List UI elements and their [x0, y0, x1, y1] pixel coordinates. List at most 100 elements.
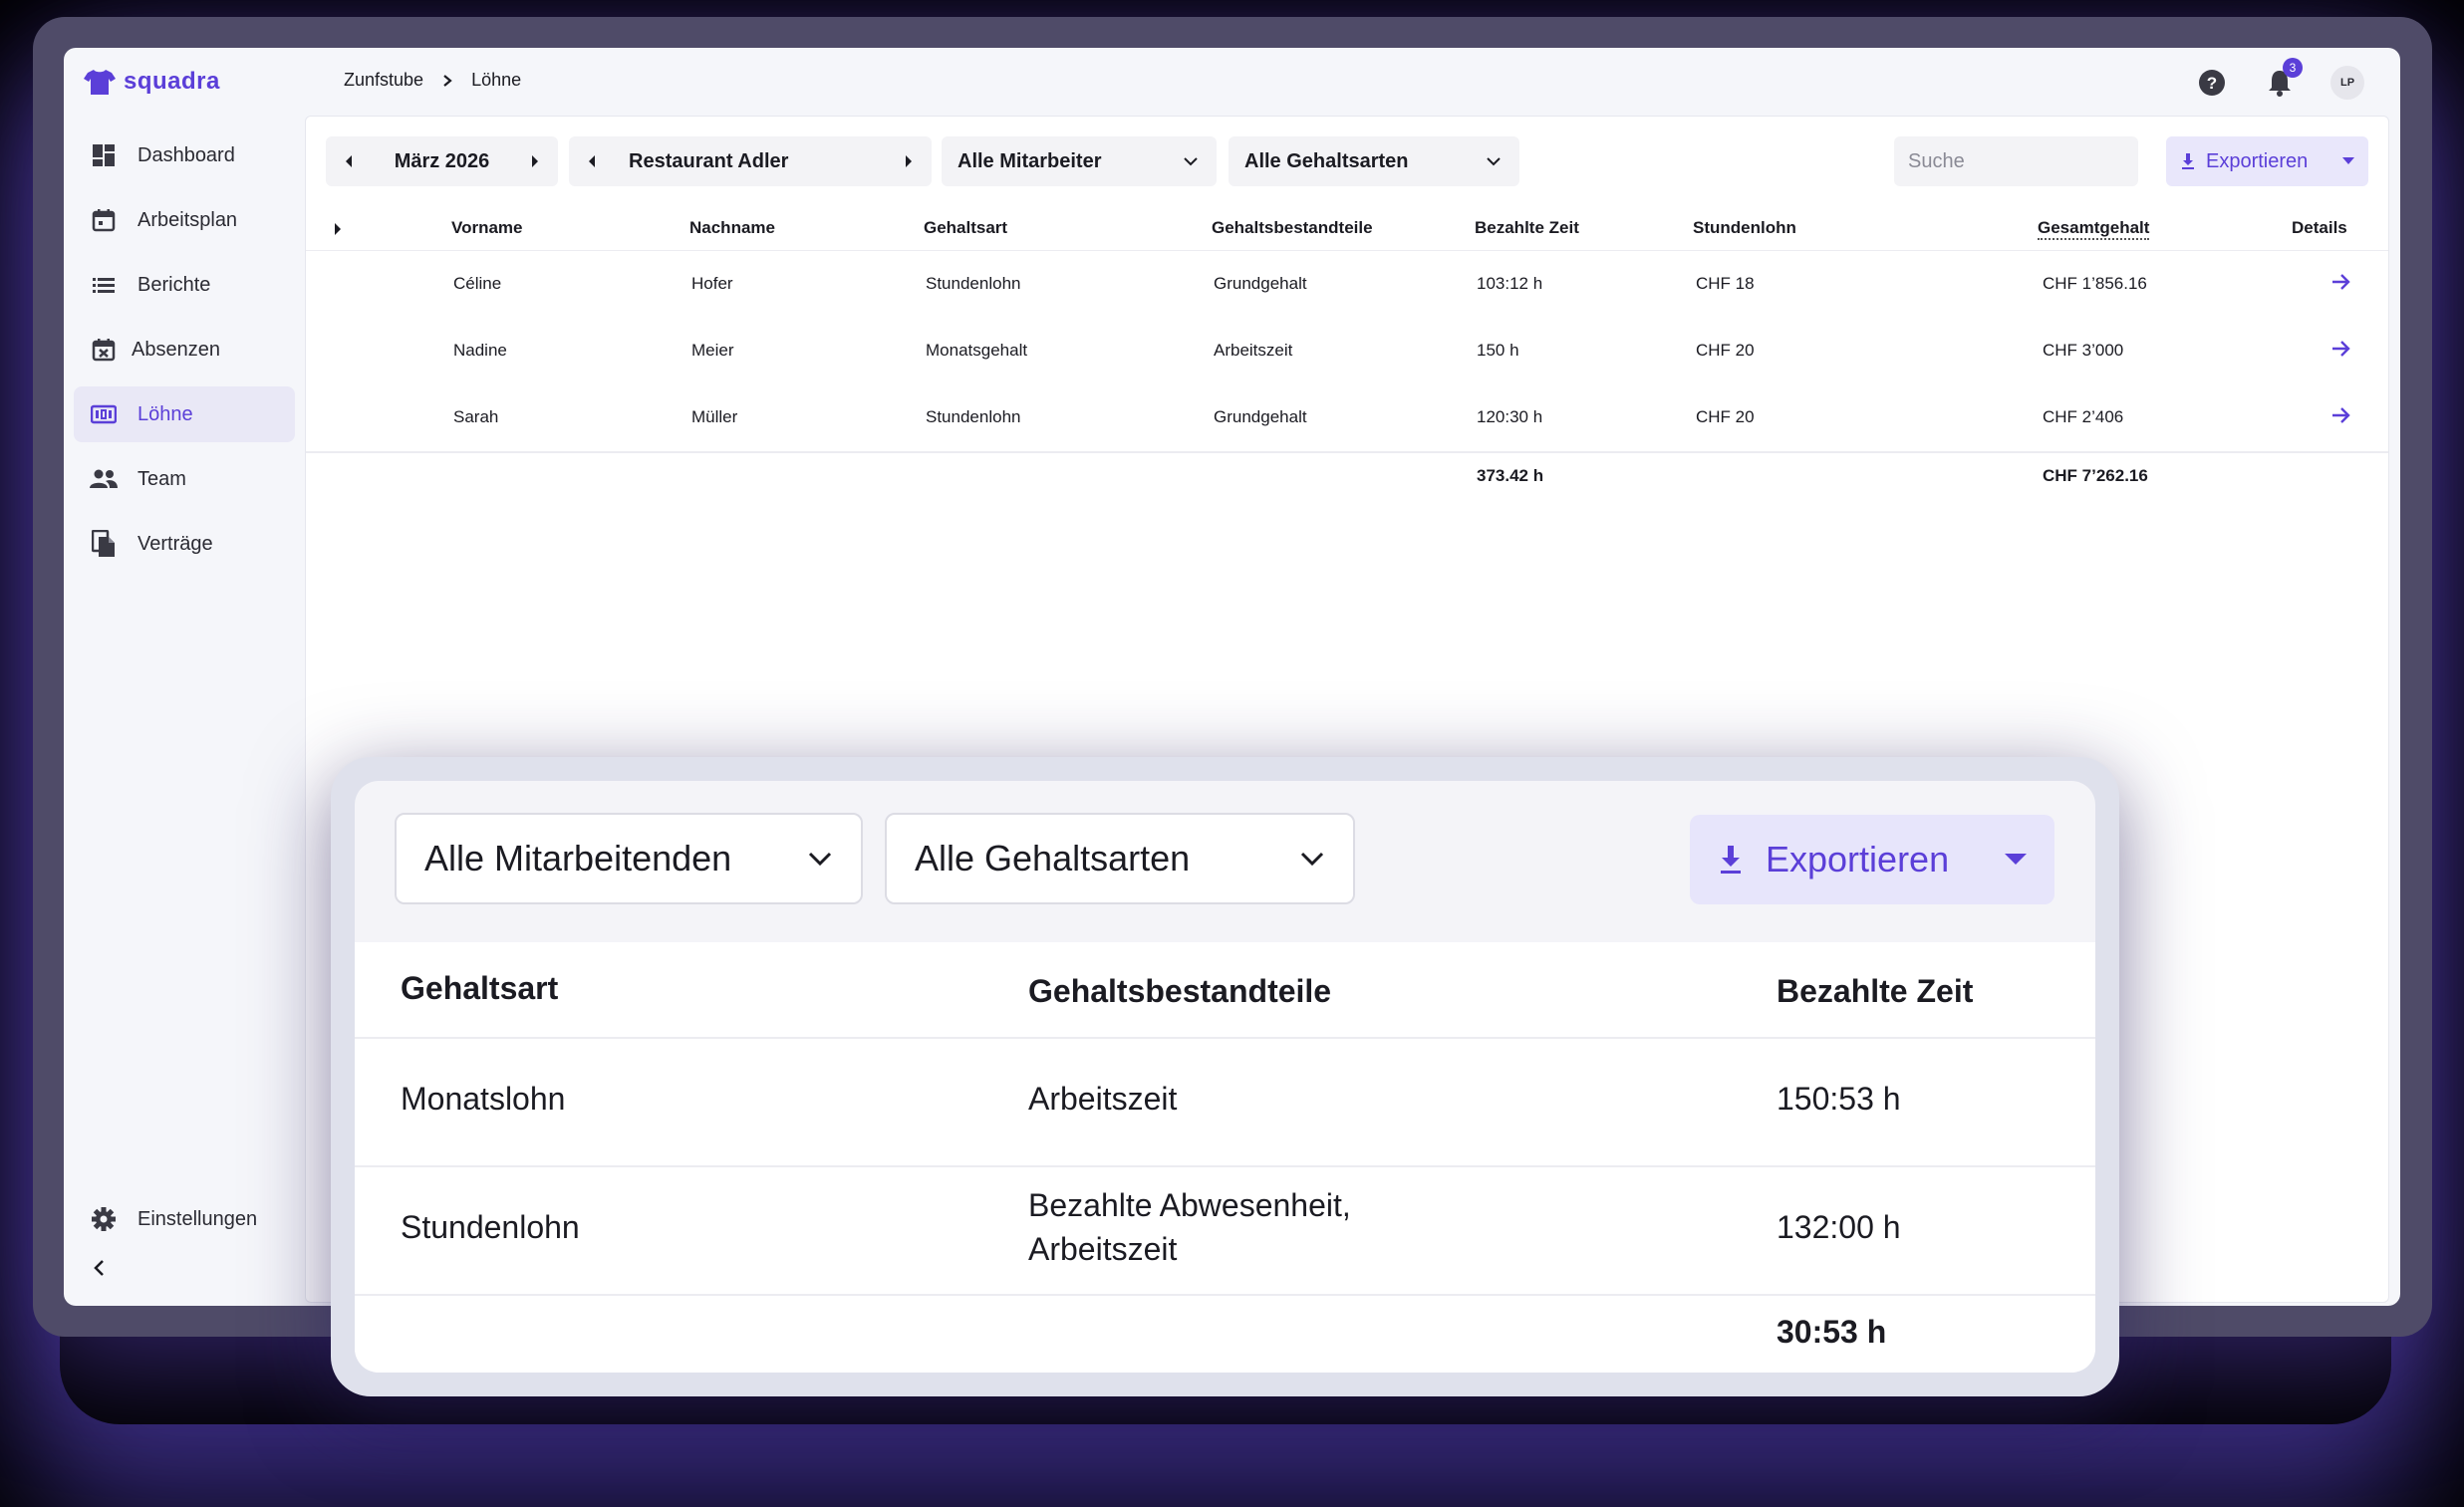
list-icon: [90, 271, 118, 299]
table-row[interactable]: Nadine Meier Monatsgehalt Arbeitszeit 15…: [306, 318, 2388, 384]
zoom-col-gehaltsart[interactable]: Gehaltsart: [401, 970, 558, 1007]
zoom-table-total: 30:53 h: [355, 1296, 2095, 1373]
cell-zeit: 103:12 h: [1477, 274, 1543, 293]
col-gehaltsart[interactable]: Gehaltsart: [924, 218, 1007, 238]
table-row[interactable]: Céline Hofer Stundenlohn Grundgehalt 103…: [306, 251, 2388, 318]
svg-text:?: ?: [2207, 74, 2217, 93]
cell-gesamt: CHF 2’406: [2043, 407, 2124, 426]
zoom-cell-bestandteile: Bezahlte Abwesenheit,: [1028, 1187, 1351, 1223]
cell-vorname: Céline: [453, 274, 502, 293]
toolbar: März 2026 Restaurant Adler Alle Mitarbei…: [326, 136, 2368, 188]
col-stundenlohn[interactable]: Stundenlohn: [1693, 218, 1796, 238]
breadcrumb-current: Löhne: [471, 70, 522, 90]
export-button[interactable]: Exportieren: [2166, 136, 2368, 186]
sidebar-item-label: Verträge: [137, 532, 213, 555]
location-selector: Restaurant Adler: [569, 136, 932, 186]
breadcrumb-parent[interactable]: Zunfstube: [344, 70, 423, 91]
month-selector: März 2026: [326, 136, 558, 186]
calendar-x-icon: [90, 336, 118, 364]
sidebar-item-label: Einstellungen: [137, 1207, 258, 1230]
search-input[interactable]: [1894, 136, 2138, 186]
zoom-export-label: Exportieren: [1766, 839, 1950, 879]
total-gesamt: CHF 7’262.16: [2043, 466, 2148, 485]
caret-down-icon[interactable]: [2342, 157, 2354, 165]
zoom-table-row[interactable]: Monatslohn Arbeitszeit 150:53 h: [355, 1039, 2095, 1167]
sidebar-item-einstellungen[interactable]: Einstellungen: [74, 1191, 295, 1247]
zoom-cell-gehaltsart: Monatslohn: [401, 1081, 566, 1117]
cell-vorname: Sarah: [453, 407, 499, 426]
cell-stundenlohn: CHF 20: [1696, 407, 1755, 426]
prev-month-button[interactable]: [326, 136, 372, 186]
notifications-bell-icon[interactable]: 3: [2263, 58, 2303, 100]
sidebar-item-loehne[interactable]: Löhne: [74, 386, 295, 442]
employee-filter-select[interactable]: Alle Mitarbeiter: [942, 136, 1217, 186]
employee-filter-value: Alle Mitarbeiter: [958, 149, 1102, 172]
zoom-table: Gehaltsart Gehaltsbestandteile Bezahlte …: [355, 942, 2095, 1373]
dashboard-icon: [90, 141, 118, 169]
sidebar-footer: Einstellungen: [74, 1191, 295, 1256]
zoom-export-button[interactable]: Exportieren: [1690, 815, 2054, 904]
cell-zeit: 150 h: [1477, 341, 1519, 360]
caret-right-icon: [532, 155, 538, 167]
zoom-employee-filter-select[interactable]: Alle Mitarbeitenden: [395, 813, 863, 904]
zoom-col-gehaltsbestandteile[interactable]: Gehaltsbestandteile: [1028, 973, 1331, 1010]
cell-gehaltsart: Monatsgehalt: [926, 341, 1028, 360]
cell-stundenlohn: CHF 18: [1696, 274, 1755, 293]
help-icon[interactable]: ?: [2195, 66, 2229, 100]
next-location-button[interactable]: [886, 136, 932, 186]
table-row[interactable]: Sarah Müller Stundenlohn Grundgehalt 120…: [306, 384, 2388, 451]
salary-table: Vorname Nachname Gehaltsart Gehaltsbesta…: [306, 212, 2388, 503]
col-nachname[interactable]: Nachname: [689, 218, 775, 238]
sidebar-item-berichte[interactable]: Berichte: [74, 257, 295, 313]
table-header: Vorname Nachname Gehaltsart Gehaltsbesta…: [306, 212, 2388, 251]
caret-left-icon: [346, 155, 352, 167]
sidebar-item-absenzen[interactable]: Absenzen: [74, 322, 295, 377]
sidebar-item-arbeitsplan[interactable]: Arbeitsplan: [74, 192, 295, 248]
col-bezahlte-zeit[interactable]: Bezahlte Zeit: [1475, 218, 1579, 238]
col-gehaltsbestandteile[interactable]: Gehaltsbestandteile: [1212, 218, 1373, 238]
cell-bestandteile: Grundgehalt: [1214, 274, 1307, 293]
cell-gehaltsart: Stundenlohn: [926, 274, 1021, 293]
app-logo[interactable]: squadra: [84, 68, 220, 96]
cell-bestandteile: Arbeitszeit: [1214, 341, 1293, 360]
salary-type-filter-value: Alle Gehaltsarten: [1244, 149, 1409, 172]
zoom-col-bezahlte-zeit[interactable]: Bezahlte Zeit: [1777, 973, 1973, 1010]
cell-nachname: Meier: [691, 341, 734, 360]
zoom-cell-gehaltsart: Stundenlohn: [401, 1209, 580, 1245]
arrow-right-icon[interactable]: [2331, 273, 2351, 296]
sidebar-item-label: Berichte: [137, 273, 211, 296]
expand-all-icon[interactable]: [334, 220, 342, 240]
sidebar-item-dashboard[interactable]: Dashboard: [74, 127, 295, 183]
people-icon: [90, 465, 118, 493]
next-month-button[interactable]: [512, 136, 558, 186]
sidebar-nav: Dashboard Arbeitsplan Berichte Absenzen: [74, 127, 295, 581]
salary-type-filter-select[interactable]: Alle Gehaltsarten: [1229, 136, 1519, 186]
col-gesamtgehalt[interactable]: Gesamtgehalt: [2038, 218, 2150, 240]
month-label: März 2026: [394, 149, 490, 172]
logo-wordmark: squadra: [124, 68, 220, 95]
sidebar-item-vertraege[interactable]: Verträge: [74, 516, 295, 572]
sidebar-item-team[interactable]: Team: [74, 451, 295, 507]
cell-gesamt: CHF 3’000: [2043, 341, 2124, 360]
sidebar-item-label: Arbeitsplan: [137, 208, 238, 231]
documents-icon: [90, 530, 118, 558]
notification-badge: 3: [2283, 58, 2303, 78]
zoom-cell-zeit: 150:53 h: [1777, 1081, 1901, 1117]
total-zeit: 373.42 h: [1477, 466, 1544, 485]
zoom-salary-type-filter-value: Alle Gehaltsarten: [915, 838, 1191, 879]
zoom-table-header: Gehaltsart Gehaltsbestandteile Bezahlte …: [355, 942, 2095, 1039]
zoom-callout: Alle Mitarbeitenden Alle Gehaltsarten Ex…: [331, 757, 2119, 1396]
caret-down-icon[interactable]: [2005, 854, 2027, 866]
zoom-cell-bestandteile-line2: Arbeitszeit: [1028, 1231, 1178, 1267]
cell-vorname: Nadine: [453, 341, 507, 360]
col-vorname[interactable]: Vorname: [451, 218, 523, 238]
arrow-right-icon[interactable]: [2331, 406, 2351, 429]
arrow-right-icon[interactable]: [2331, 340, 2351, 363]
zoom-salary-type-filter-select[interactable]: Alle Gehaltsarten: [885, 813, 1355, 904]
prev-location-button[interactable]: [569, 136, 615, 186]
cell-bestandteile: Grundgehalt: [1214, 407, 1307, 426]
collapse-sidebar-icon[interactable]: [88, 1256, 112, 1280]
zoom-table-row[interactable]: Stundenlohn Bezahlte Abwesenheit, Arbeit…: [355, 1167, 2095, 1296]
avatar[interactable]: LP: [2330, 66, 2364, 100]
zoom-total-zeit: 30:53 h: [1777, 1314, 1887, 1350]
